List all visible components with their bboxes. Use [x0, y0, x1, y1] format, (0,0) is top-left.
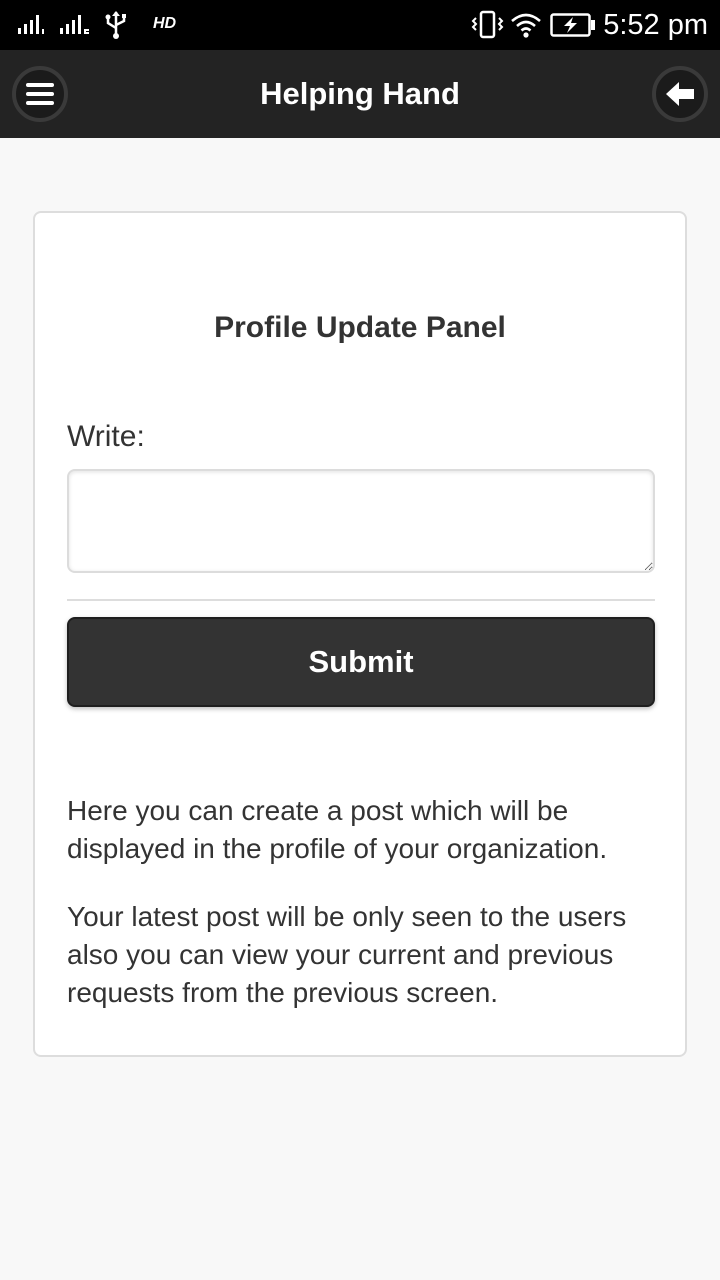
app-header: Helping Hand: [0, 50, 720, 138]
usb-icon: [105, 11, 126, 39]
divider: [67, 599, 655, 601]
submit-button[interactable]: Submit: [67, 617, 655, 707]
app-title: Helping Hand: [260, 76, 460, 111]
write-textarea[interactable]: [67, 469, 655, 573]
write-label: Write:: [67, 420, 145, 453]
info-paragraph-latest-post: Your latest post will be only seen to th…: [67, 901, 627, 1008]
panel-title: Profile Update Panel: [214, 311, 506, 344]
profile-update-card: Profile Update Panel Write: Submit Here …: [33, 211, 687, 1057]
network-type-label: HD: [153, 15, 177, 32]
vibrate-icon: [471, 10, 504, 39]
arrow-left-icon: [666, 82, 694, 106]
battery-charging-icon: [550, 13, 595, 37]
status-bar: HD 5:52 pm: [0, 0, 720, 50]
signal-sim2-icon: [60, 15, 89, 34]
info-paragraph-create-post: Here you can create a post which will be…: [67, 795, 608, 864]
wifi-icon: [511, 13, 541, 38]
back-button[interactable]: [652, 66, 708, 122]
signal-sim1-icon: [18, 15, 44, 34]
status-clock: 5:52 pm: [603, 9, 708, 41]
